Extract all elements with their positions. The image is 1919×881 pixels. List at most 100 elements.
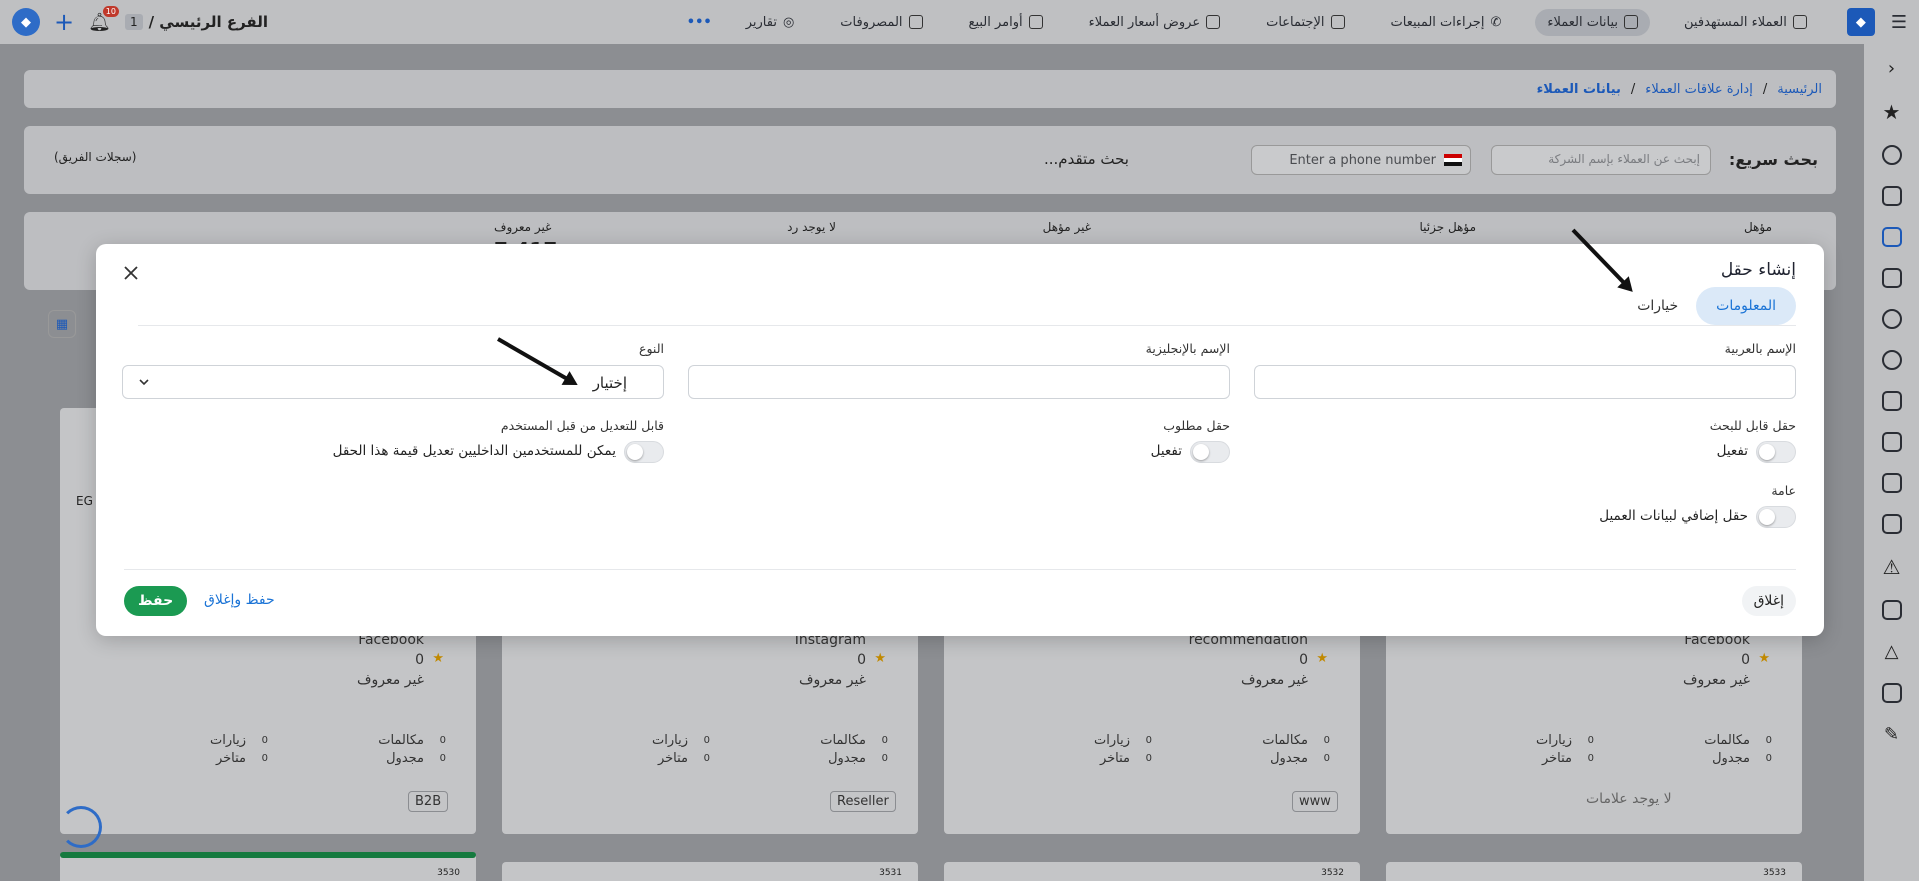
nav-expenses[interactable]: المصروفات — [828, 9, 934, 36]
save-and-close-button[interactable]: حفظ وإغلاق — [204, 592, 275, 608]
late-label: متاخر — [657, 751, 688, 766]
searchable-label: حقل قابل للبحث — [1709, 418, 1796, 433]
phone-call-icon[interactable] — [1881, 309, 1902, 329]
stat-label: مؤهل جزئيا — [1419, 220, 1476, 234]
late-count: 0 — [261, 753, 268, 764]
modal-tabs: المعلومات خيارات — [1631, 287, 1796, 325]
nav-reports[interactable]: ◎ تقارير — [734, 9, 807, 36]
egypt-flag-icon[interactable] — [1444, 154, 1462, 166]
calls-label: مكالمات — [1704, 733, 1750, 748]
users-icon[interactable] — [1881, 186, 1902, 206]
customer-card[interactable]: 3530 — [60, 852, 476, 881]
status-text: غير معروف — [1241, 672, 1308, 688]
menu-icon[interactable]: ☰ — [1891, 12, 1907, 33]
editable-label: قابل للتعديل من قبل المستخدم — [500, 418, 664, 433]
nav-meetings[interactable]: الإجتماعات — [1254, 9, 1356, 36]
breadcrumb-crm[interactable]: إدارة علاقات العملاء — [1645, 82, 1753, 97]
loading-spinner-icon — [60, 806, 102, 848]
editable-toggle-text: يمكن للمستخدمين الداخليين تعديل قيمة هذا… — [332, 443, 616, 459]
customer-card[interactable]: 3533 — [1386, 862, 1802, 881]
searchable-toggle-text: تفعيل — [1716, 443, 1748, 459]
name-ar-label: الإسم بالعربية — [1724, 341, 1796, 356]
tag-badge: Reseller — [830, 791, 896, 812]
company-logo-icon[interactable]: ◆ — [12, 8, 40, 36]
breadcrumb-home[interactable]: الرئيسية — [1777, 82, 1822, 97]
visits-count: 0 — [703, 735, 710, 746]
general-toggle[interactable] — [1756, 506, 1796, 528]
tab-label: خيارات — [1637, 298, 1679, 314]
name-ar-input[interactable] — [1254, 365, 1796, 399]
stamp-icon[interactable] — [1881, 268, 1902, 288]
card-id: 3532 — [1321, 868, 1344, 878]
visits-label: زيارات — [652, 733, 688, 748]
stat-label: غير مؤهل — [1042, 220, 1091, 234]
quote-doc-icon — [1206, 15, 1221, 29]
name-en-label: الإسم بالإنجليزية — [1145, 341, 1230, 356]
phone-placeholder: Enter a phone number — [1289, 152, 1436, 168]
general-toggle-text: حقل إضافي لبيانات العميل — [1599, 508, 1748, 524]
customer-card[interactable]: 3531 — [502, 862, 918, 881]
calls-count: 0 — [1765, 735, 1772, 746]
notifications-button[interactable]: 🔔︎ 10 — [88, 5, 119, 33]
type-select-value: إختيار — [592, 374, 627, 392]
close-button[interactable]: إغلاق — [1741, 586, 1796, 616]
phone-input[interactable]: Enter a phone number — [1251, 145, 1471, 175]
create-field-modal: إنشاء حقل المعلومات خيارات الإسم بالعربي… — [96, 244, 1824, 636]
general-label: عامة — [1771, 483, 1796, 498]
report-doc-icon[interactable] — [1881, 683, 1902, 703]
tabs-divider — [138, 325, 1796, 326]
add-button[interactable]: + — [54, 8, 74, 36]
company-search-input[interactable]: إبحث عن العملاء بإسم الشركة — [1491, 145, 1711, 175]
star-icon[interactable]: ★ — [1883, 100, 1901, 124]
stat-label: لا يوجد رد — [787, 220, 836, 234]
phone-icon: ✆ — [1490, 14, 1502, 30]
status-text: غير معروف — [1683, 672, 1750, 688]
star-icon: ★ — [874, 651, 886, 666]
nav-sales-orders[interactable]: أوامر البيع — [957, 9, 1055, 36]
telephone-icon[interactable] — [1881, 391, 1902, 411]
nav-sales-actions[interactable]: ✆ إجراءات المبيعات — [1379, 9, 1514, 36]
late-label: متاخر — [1099, 751, 1130, 766]
late-count: 0 — [1145, 753, 1152, 764]
visits-count: 0 — [1587, 735, 1594, 746]
required-label: حقل مطلوب — [1163, 418, 1230, 433]
collapse-chevron-icon[interactable]: ‹ — [1888, 58, 1895, 79]
visits-count: 0 — [1145, 735, 1152, 746]
tab-options[interactable]: خيارات — [1631, 287, 1684, 325]
target-icon[interactable] — [1881, 350, 1902, 370]
nav-customer-data[interactable]: بيانات العملاء — [1535, 8, 1651, 36]
team-records-link[interactable]: (سجلات الفريق) — [54, 150, 136, 164]
team-icon[interactable] — [1881, 473, 1902, 493]
sales-order-icon — [1028, 15, 1043, 29]
triangle-ruler-icon[interactable]: △ — [1885, 641, 1899, 662]
editable-toggle[interactable] — [624, 441, 664, 463]
pen-icon[interactable]: ✎ — [1884, 724, 1899, 745]
name-en-input[interactable] — [688, 365, 1230, 399]
chip-icon[interactable] — [1881, 514, 1902, 534]
calls-count: 0 — [881, 735, 888, 746]
tab-info[interactable]: المعلومات — [1696, 287, 1796, 325]
video-icon[interactable] — [1881, 600, 1902, 620]
visits-label: زيارات — [210, 733, 246, 748]
advanced-search-toggle[interactable]: بحث متقدم... — [1044, 150, 1129, 168]
document-icon[interactable] — [1881, 227, 1902, 247]
scheduled-label: مجدول — [828, 751, 866, 766]
required-toggle[interactable] — [1190, 441, 1230, 463]
type-select[interactable]: إختيار — [122, 365, 664, 399]
more-nav-button[interactable]: ••• — [687, 15, 712, 30]
app-logo-icon[interactable]: ◆ — [1846, 8, 1875, 36]
nav-quotes[interactable]: عروض أسعار العملاء — [1077, 9, 1232, 36]
branch-selector[interactable]: الفرع الرئيسي / 1 — [124, 13, 268, 31]
searchable-toggle[interactable] — [1756, 441, 1796, 463]
users-target-icon — [1792, 15, 1807, 29]
stat-label: غير معروف — [494, 220, 552, 234]
chevron-down-icon — [139, 379, 149, 386]
grid-view-icon[interactable]: ▦ — [48, 310, 76, 338]
close-icon[interactable] — [122, 264, 140, 282]
dashboard-icon[interactable] — [1881, 145, 1902, 165]
file-search-icon[interactable] — [1881, 432, 1902, 452]
warning-icon[interactable]: ⚠ — [1883, 555, 1901, 579]
nav-target-customers[interactable]: العملاء المستهدفين — [1672, 9, 1819, 36]
save-button[interactable]: حفظ — [124, 586, 188, 616]
customer-card[interactable]: 3532 — [944, 862, 1360, 881]
